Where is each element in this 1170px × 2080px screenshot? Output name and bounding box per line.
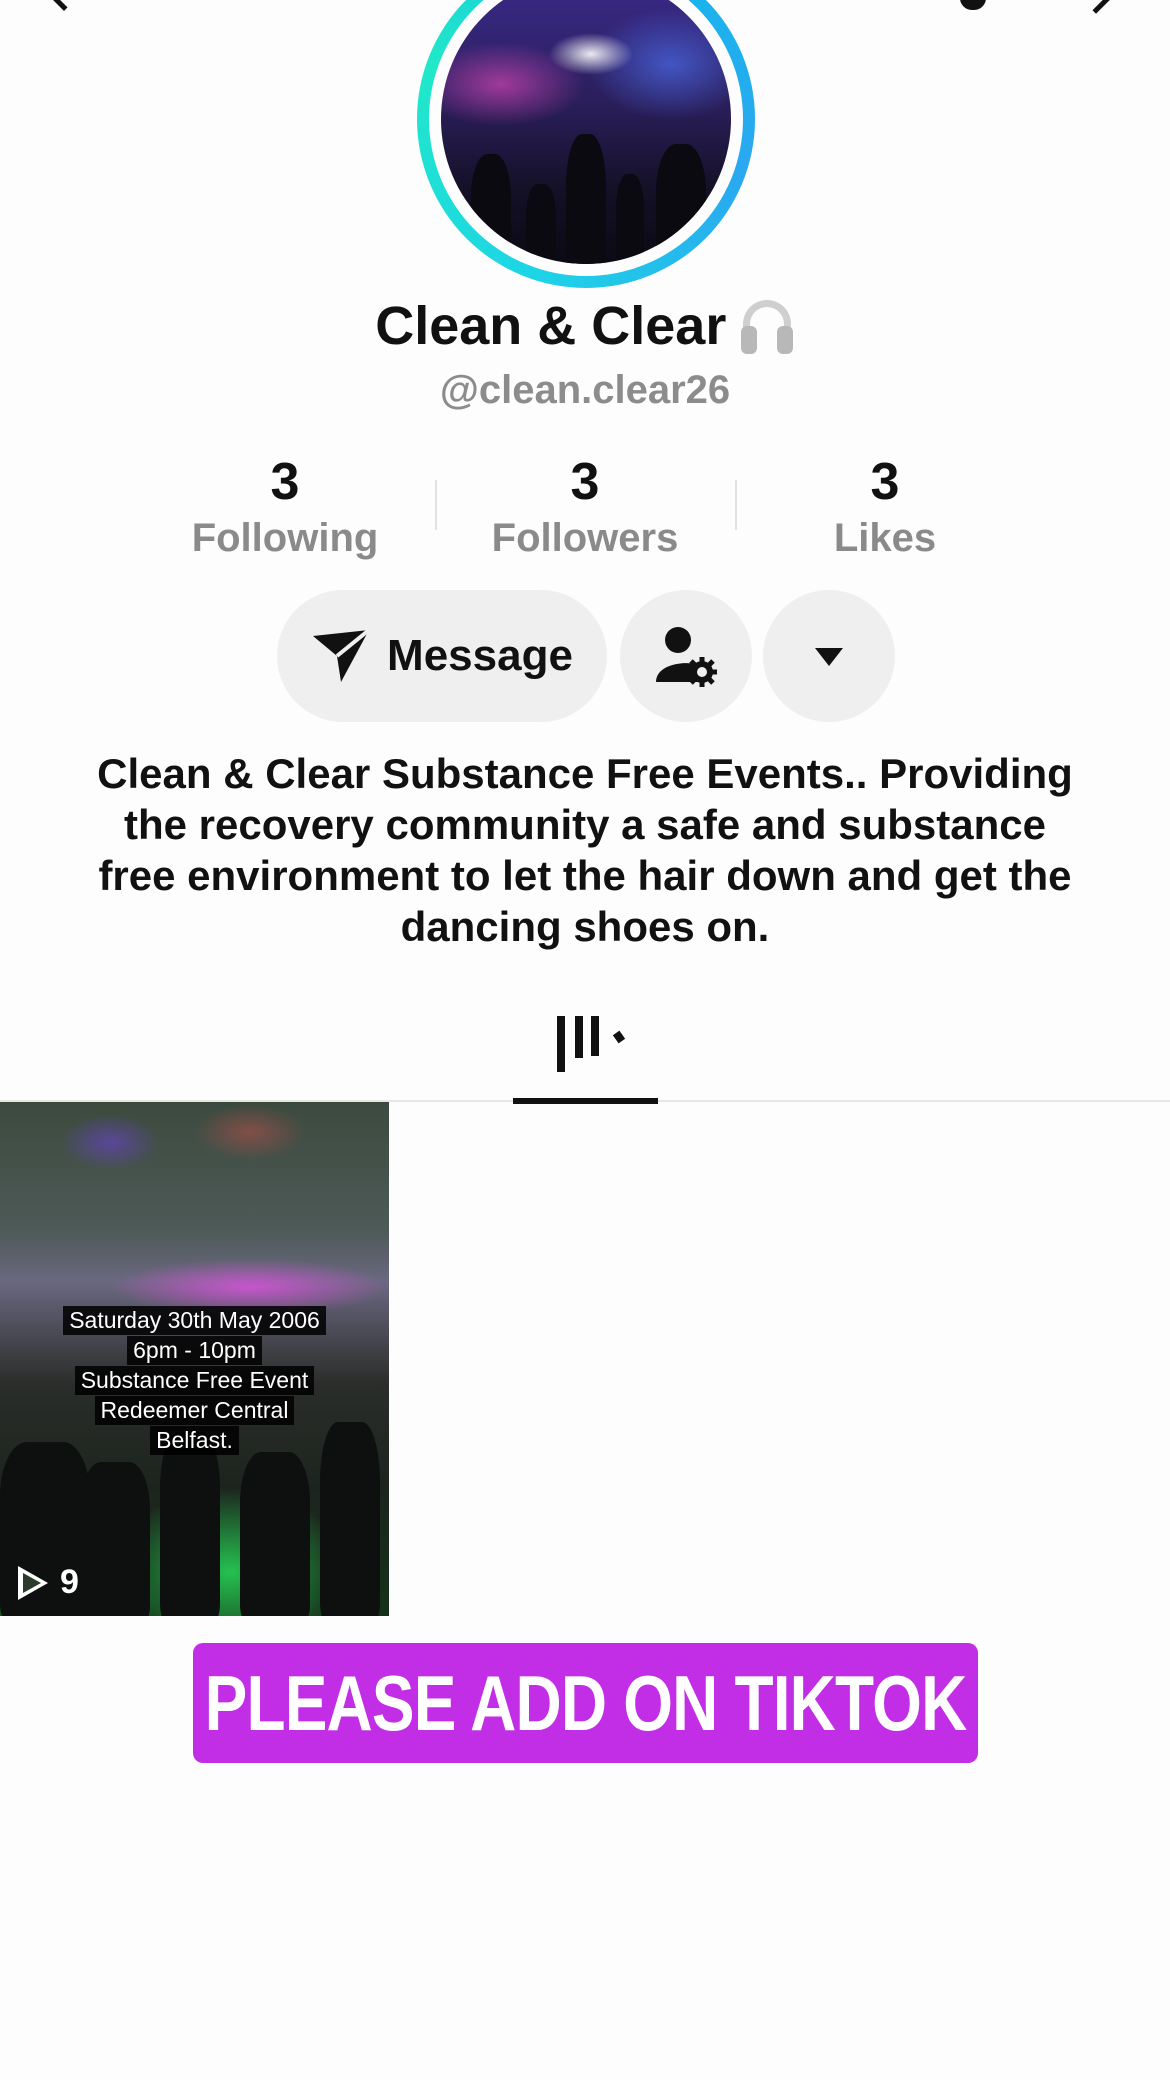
caption-line: Substance Free Event xyxy=(74,1366,315,1395)
promo-banner: PLEASE ADD ON TIKTOK xyxy=(193,1643,978,1763)
play-icon xyxy=(18,1565,48,1600)
stat-label: Likes xyxy=(833,516,937,560)
active-tab-indicator xyxy=(513,1098,658,1104)
profile-name: Clean & Clear xyxy=(375,296,727,356)
tab-videos[interactable] xyxy=(513,1000,658,1104)
stat-followers[interactable]: 3 Followers xyxy=(435,452,735,564)
play-count-value: 9 xyxy=(60,1563,79,1601)
grid-icon xyxy=(545,1016,635,1072)
user-gear-icon xyxy=(654,626,720,688)
profile-bio: Clean & Clear Substance Free Events.. Pr… xyxy=(97,750,1073,950)
message-button[interactable]: Message xyxy=(277,590,607,722)
share-icon[interactable] xyxy=(1076,0,1116,14)
caption-line: 6pm - 10pm xyxy=(127,1336,262,1365)
video-caption: Saturday 30th May 2006 6pm - 10pm Substa… xyxy=(0,1306,389,1456)
more-options-button[interactable] xyxy=(763,590,895,722)
stat-value: 3 xyxy=(870,453,900,511)
profile-handle: @clean.clear26 xyxy=(439,368,731,412)
stat-value: 3 xyxy=(270,453,300,511)
headphones-icon xyxy=(739,298,795,354)
back-arrow-icon[interactable] xyxy=(47,0,81,11)
caption-line: Redeemer Central xyxy=(94,1396,295,1425)
caption-line: Belfast. xyxy=(150,1426,239,1455)
avatar-ring[interactable] xyxy=(417,0,755,288)
stat-label: Following xyxy=(191,516,379,560)
stat-value: 3 xyxy=(570,453,600,511)
stat-label: Followers xyxy=(491,516,679,560)
profile-name-row: Clean & Clear xyxy=(0,295,1170,365)
video-thumbnail[interactable]: Saturday 30th May 2006 6pm - 10pm Substa… xyxy=(0,1102,389,1616)
send-icon xyxy=(311,628,371,684)
notification-bell-icon[interactable] xyxy=(960,0,986,10)
stat-likes[interactable]: 3 Likes xyxy=(735,452,1035,564)
content-tabs xyxy=(0,1000,1170,1104)
stat-following[interactable]: 3 Following xyxy=(135,452,435,564)
message-button-label: Message xyxy=(387,631,573,680)
avatar[interactable] xyxy=(441,0,731,264)
manage-friend-button[interactable] xyxy=(620,590,752,722)
promo-banner-text: PLEASE ADD ON TIKTOK xyxy=(204,1658,968,1747)
play-count: 9 xyxy=(18,1563,79,1602)
caption-line: Saturday 30th May 2006 xyxy=(63,1306,326,1335)
chevron-down-icon xyxy=(815,648,843,666)
